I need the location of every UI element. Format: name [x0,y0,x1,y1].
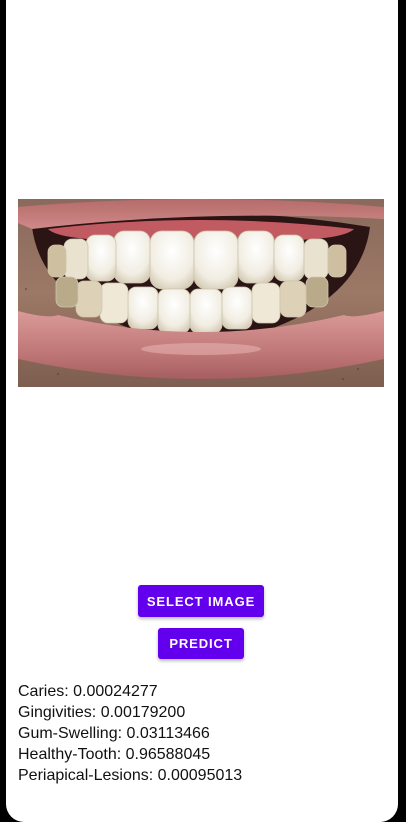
result-caries: Caries: 0.00024277 [18,683,158,700]
result-gingivities: Gingivities: 0.00179200 [18,704,186,721]
result-periapical-lesions: Periapical-Lesions: 0.00095013 [18,767,243,784]
select-image-button[interactable]: SELECT IMAGE [138,585,264,617]
teeth-image [18,199,384,387]
app-screen: SELECT IMAGE PREDICT Caries: 0.00024277 … [6,0,398,822]
prediction-results: Caries: 0.00024277 Gingivities: 0.001792… [18,681,388,786]
result-healthy-tooth: Healthy-Tooth: 0.96588045 [18,746,211,763]
predict-button[interactable]: PREDICT [158,628,244,659]
teeth-photo-graphic [18,199,384,387]
result-gum-swelling: Gum-Swelling: 0.03113466 [18,725,210,742]
